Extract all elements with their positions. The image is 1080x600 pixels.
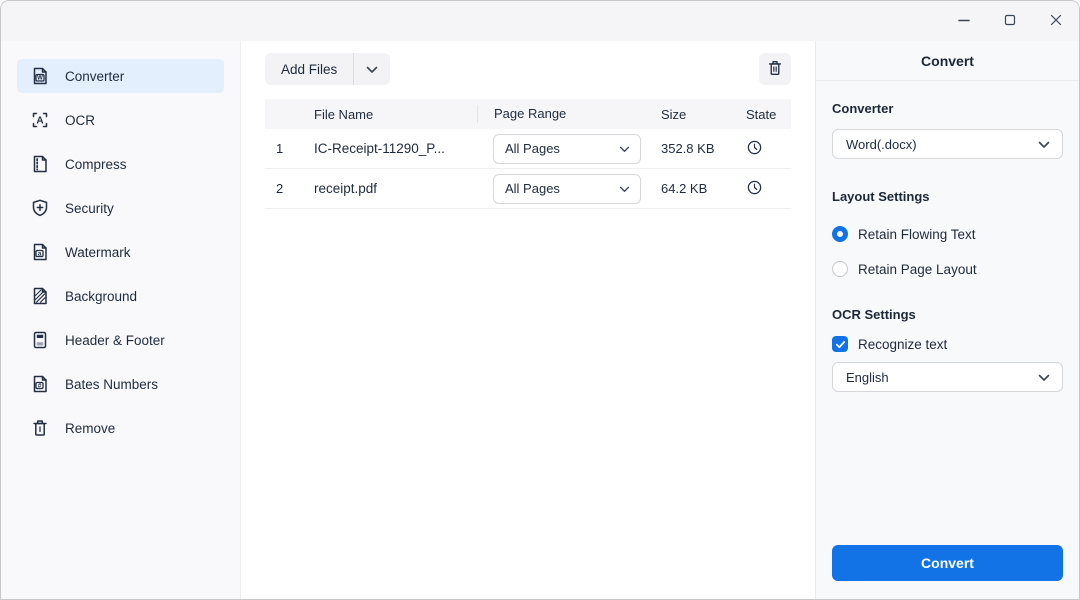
sidebar-item-background[interactable]: Background (17, 279, 224, 313)
close-icon (1050, 14, 1062, 29)
shield-plus-icon (30, 198, 50, 218)
maximize-icon (1004, 14, 1016, 29)
chevron-down-icon (1038, 137, 1050, 152)
panel-title: Convert (816, 41, 1079, 81)
sidebar-item-remove[interactable]: Remove (17, 411, 224, 445)
add-files-split-button: Add Files (265, 53, 391, 85)
sidebar-item-converter[interactable]: W Converter (17, 59, 224, 93)
svg-text:#: # (38, 382, 42, 389)
clock-pending-icon (746, 179, 763, 199)
add-files-button[interactable]: Add Files (265, 53, 355, 85)
toolbar: Add Files (265, 53, 791, 85)
page-range-value: All Pages (505, 181, 560, 196)
sidebar-item-label: Bates Numbers (65, 376, 159, 392)
add-files-dropdown-button[interactable] (354, 53, 390, 85)
sidebar-item-label: Background (65, 288, 138, 304)
sidebar: W Converter A OCR Compress Security a Wa… (1, 41, 241, 599)
clock-pending-icon (746, 139, 763, 159)
app-window: W Converter A OCR Compress Security a Wa… (0, 0, 1080, 600)
chevron-down-icon (619, 141, 630, 156)
recognize-text-checkbox-row[interactable]: Recognize text (832, 336, 1063, 352)
page-range-select[interactable]: All Pages (493, 133, 641, 164)
trash-icon (30, 418, 50, 438)
radio-retain-flowing-text[interactable]: Retain Flowing Text (832, 226, 1063, 242)
sidebar-item-label: Header & Footer (65, 332, 165, 348)
word-document-icon: W (30, 66, 50, 86)
recognize-text-label: Recognize text (858, 336, 948, 352)
header-state: State (746, 106, 777, 122)
sidebar-item-ocr[interactable]: A OCR (17, 103, 224, 137)
delete-files-button[interactable] (759, 53, 791, 85)
sidebar-item-label: OCR (65, 112, 95, 128)
header-file-name: File Name (314, 106, 374, 122)
sidebar-item-bates-numbers[interactable]: # Bates Numbers (17, 367, 224, 401)
svg-text:a: a (38, 250, 42, 257)
sidebar-item-compress[interactable]: Compress (17, 147, 224, 181)
row-file-name: receipt.pdf (314, 181, 378, 196)
ocr-language-value: English (846, 369, 889, 385)
checkbox-checked-icon (832, 336, 848, 352)
converter-format-value: Word(.docx) (846, 136, 917, 152)
radio-label: Retain Flowing Text (858, 226, 976, 242)
row-index: 2 (276, 181, 284, 196)
trash-icon (766, 59, 784, 80)
ocr-settings-label: OCR Settings (832, 307, 916, 322)
radio-button-icon (832, 226, 848, 242)
page-range-value: All Pages (505, 141, 560, 156)
close-button[interactable] (1033, 1, 1079, 41)
ocr-language-select[interactable]: English (832, 362, 1063, 392)
header-page-range: Page Range (477, 105, 645, 123)
sidebar-item-label: Compress (65, 156, 127, 172)
chevron-down-icon (366, 62, 378, 77)
chevron-down-icon (1038, 370, 1050, 385)
file-table: File Name Page Range Size State 1 IC-Rec… (265, 99, 791, 209)
compress-zip-icon (30, 154, 50, 174)
layout-settings-label: Layout Settings (832, 189, 930, 204)
page-range-select[interactable]: All Pages (493, 173, 641, 204)
titlebar (1, 1, 1079, 41)
table-row[interactable]: 2 receipt.pdf All Pages 64.2 KB (265, 169, 791, 209)
sidebar-item-label: Converter (65, 68, 125, 84)
file-list-area: Add Files File Name Page Range Size Stat… (241, 41, 815, 599)
header-size: Size (661, 106, 687, 122)
sidebar-item-watermark[interactable]: a Watermark (17, 235, 224, 269)
header-footer-doc-icon (30, 330, 50, 350)
bates-number-doc-icon: # (30, 374, 50, 394)
sidebar-item-header-footer[interactable]: Header & Footer (17, 323, 224, 357)
radio-retain-page-layout[interactable]: Retain Page Layout (832, 261, 1063, 277)
converter-section-label: Converter (832, 101, 894, 116)
row-file-name: IC-Receipt-11290_P... (314, 141, 445, 156)
sidebar-item-security[interactable]: Security (17, 191, 224, 225)
chevron-down-icon (619, 181, 630, 196)
table-header: File Name Page Range Size State (265, 99, 791, 129)
converter-format-select[interactable]: Word(.docx) (832, 129, 1063, 159)
sidebar-item-label: Remove (65, 420, 116, 436)
minimize-icon (958, 14, 970, 29)
sidebar-item-label: Security (65, 200, 114, 216)
sidebar-item-label: Watermark (65, 244, 131, 260)
row-index: 1 (276, 141, 284, 156)
radio-label: Retain Page Layout (858, 261, 977, 277)
background-doc-icon (30, 286, 50, 306)
row-size: 64.2 KB (661, 181, 708, 196)
convert-button[interactable]: Convert (832, 545, 1063, 581)
svg-text:W: W (37, 76, 43, 82)
watermark-doc-icon: a (30, 242, 50, 262)
table-row[interactable]: 1 IC-Receipt-11290_P... All Pages 352.8 … (265, 129, 791, 169)
minimize-button[interactable] (941, 1, 987, 41)
convert-settings-panel: Convert Converter Word(.docx) Layout Set… (815, 41, 1079, 599)
svg-text:A: A (36, 116, 43, 127)
maximize-button[interactable] (987, 1, 1033, 41)
row-size: 352.8 KB (661, 141, 715, 156)
ocr-text-icon: A (30, 110, 50, 130)
radio-button-icon (832, 261, 848, 277)
